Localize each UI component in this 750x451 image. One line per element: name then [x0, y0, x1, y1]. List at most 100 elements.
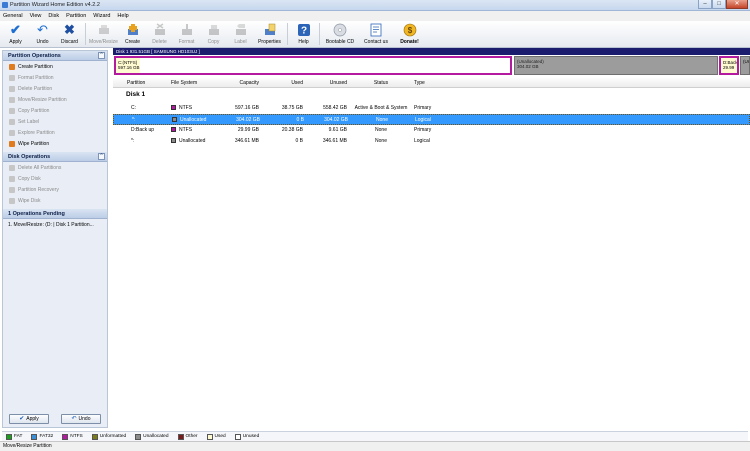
sidebar-apply-button[interactable]: ✔ Apply	[9, 413, 49, 424]
col-status[interactable]: Status	[351, 78, 411, 88]
toolbar: ✔ Apply ↶ Undo ✖ Discard Move/Resize Cre…	[0, 21, 750, 48]
op-explore-partition[interactable]: Explore Partition	[3, 127, 107, 138]
op-wipe-disk[interactable]: Wipe Disk	[3, 195, 107, 206]
svg-text:?: ?	[300, 26, 306, 37]
legend-swatch	[6, 433, 12, 440]
pending-operation-item[interactable]: 1. Move/Resize: (D: | Disk 1 Partition..…	[3, 219, 107, 231]
menu-help[interactable]: Help	[117, 13, 128, 19]
table-row[interactable]: C: NTFS 597.16 GB 38.75 GB 558.42 GB Act…	[113, 103, 750, 114]
legend-swatch	[135, 433, 142, 440]
disk-map-unallocated-1[interactable]: (Unallocated) 304.02 GB	[514, 56, 718, 75]
label-icon	[234, 23, 248, 37]
minimize-button[interactable]: –	[698, 0, 712, 9]
ntfs-swatch	[171, 127, 176, 133]
recovery-icon	[9, 186, 15, 193]
donate-button[interactable]: $ Donate!	[394, 21, 425, 48]
donate-icon: $	[403, 23, 417, 37]
menu-bar: General View Disk Partition Wizard Help	[0, 11, 750, 21]
legend-swatch	[91, 433, 98, 440]
copy-button[interactable]: Copy	[200, 21, 227, 48]
label-button[interactable]: Label	[227, 21, 254, 48]
op-set-label[interactable]: Set Label	[3, 116, 107, 127]
legend-swatch	[31, 433, 38, 440]
table-row[interactable]: D:Back up NTFS 29.99 GB 20.38 GB 9.61 GB…	[113, 125, 750, 136]
menu-disk[interactable]: Disk	[48, 13, 59, 19]
properties-button[interactable]: Properties	[254, 21, 285, 48]
table-row[interactable]: *: Unallocated 304.02 GB 0 B 304.02 GB N…	[113, 114, 750, 125]
partition-operations-header[interactable]: Partition Operations ⌃	[3, 51, 107, 61]
op-delete-partition[interactable]: Delete Partition	[3, 83, 107, 94]
help-button[interactable]: ? Help	[290, 21, 317, 48]
col-partition[interactable]: Partition	[127, 78, 145, 88]
unallocated-swatch	[171, 138, 176, 144]
title-bar: Partition Wizard Home Edition v4.2.2 – □…	[0, 0, 750, 11]
pending-operations-header[interactable]: 1 Operations Pending	[3, 209, 107, 219]
op-delete-all-partitions[interactable]: Delete All Partitions	[3, 162, 107, 173]
close-button[interactable]: ✕	[726, 0, 748, 9]
collapse-icon[interactable]: ⌃	[98, 52, 105, 59]
disk-map-partition-c[interactable]: C:(NTFS) 597.16 GB	[114, 56, 512, 75]
undo-icon: ↶	[71, 416, 77, 422]
op-create-partition[interactable]: Create Partition	[3, 61, 107, 72]
move-resize-icon	[9, 96, 15, 103]
disk-label[interactable]: Disk 1	[126, 91, 145, 98]
op-wipe-partition[interactable]: Wipe Partition	[3, 138, 107, 149]
toolbar-separator	[287, 23, 288, 45]
format-partition-icon	[180, 23, 194, 37]
copy-partition-icon	[207, 23, 221, 37]
legend-swatch	[177, 433, 184, 440]
discard-button[interactable]: ✖ Discard	[56, 21, 83, 48]
delete-all-icon	[9, 164, 15, 171]
sidebar-action-buttons: ✔ Apply ↶ Undo	[3, 410, 107, 427]
menu-wizard[interactable]: Wizard	[93, 13, 110, 19]
partition-list-header: Partition File System Capacity Used Unus…	[113, 78, 750, 88]
op-move-resize-partition[interactable]: Move/Resize Partition	[3, 94, 107, 105]
toolbar-separator	[319, 23, 320, 45]
collapse-icon[interactable]: ⌃	[98, 153, 105, 160]
op-partition-recovery[interactable]: Partition Recovery	[3, 184, 107, 195]
col-unused[interactable]: Unused	[303, 78, 347, 88]
menu-partition[interactable]: Partition	[66, 13, 86, 19]
label-icon	[9, 118, 15, 125]
delete-partition-icon	[153, 23, 167, 37]
maximize-button[interactable]: □	[712, 0, 726, 9]
legend-item: Unallocated	[135, 433, 169, 440]
op-copy-disk[interactable]: Copy Disk	[3, 173, 107, 184]
legend-swatch	[234, 433, 241, 440]
menu-view[interactable]: View	[30, 13, 42, 19]
legend-item: Used	[206, 433, 226, 440]
disk-map-partition-d[interactable]: D:Back 29.99	[719, 56, 739, 75]
menu-general[interactable]: General	[3, 13, 23, 19]
op-format-partition[interactable]: Format Partition	[3, 72, 107, 83]
move-resize-button[interactable]: Move/Resize	[88, 21, 119, 48]
contact-us-button[interactable]: Contact us	[358, 21, 394, 48]
move-resize-icon	[97, 23, 111, 37]
toolbar-separator	[85, 23, 86, 45]
legend-item: Unformatted	[91, 433, 126, 440]
format-button[interactable]: Format	[173, 21, 200, 48]
apply-button[interactable]: ✔ Apply	[2, 21, 29, 48]
disk-map-unallocated-2[interactable]: (Ur	[740, 56, 750, 75]
create-partition-icon	[126, 23, 140, 37]
undo-button[interactable]: ↶ Undo	[29, 21, 56, 48]
disk-operations-header[interactable]: Disk Operations ⌃	[3, 152, 107, 162]
delete-button[interactable]: Delete	[146, 21, 173, 48]
copy-disk-icon	[9, 175, 15, 182]
col-file-system[interactable]: File System	[171, 78, 197, 88]
legend-item: FAT32	[31, 433, 53, 440]
undo-icon: ↶	[37, 22, 48, 37]
col-capacity[interactable]: Capacity	[213, 78, 259, 88]
app-icon	[2, 2, 8, 8]
col-type[interactable]: Type	[414, 78, 425, 88]
filesystem-legend: FAT FAT32 NTFS Unformatted Unallocated O…	[2, 431, 748, 441]
op-copy-partition[interactable]: Copy Partition	[3, 105, 107, 116]
sidebar-undo-button[interactable]: ↶ Undo	[61, 413, 101, 424]
legend-item: Other	[177, 433, 198, 440]
create-button[interactable]: Create	[119, 21, 146, 48]
disk-map-header: Disk 1 931.51GB [ SAMSUNG HD103UJ ]	[113, 48, 750, 55]
wipe-partition-icon	[9, 140, 15, 147]
bootable-cd-button[interactable]: Bootable CD	[322, 21, 358, 48]
wipe-disk-icon	[9, 197, 15, 204]
col-used[interactable]: Used	[259, 78, 303, 88]
table-row[interactable]: *: Unallocated 346.61 MB 0 B 346.61 MB N…	[113, 136, 750, 147]
